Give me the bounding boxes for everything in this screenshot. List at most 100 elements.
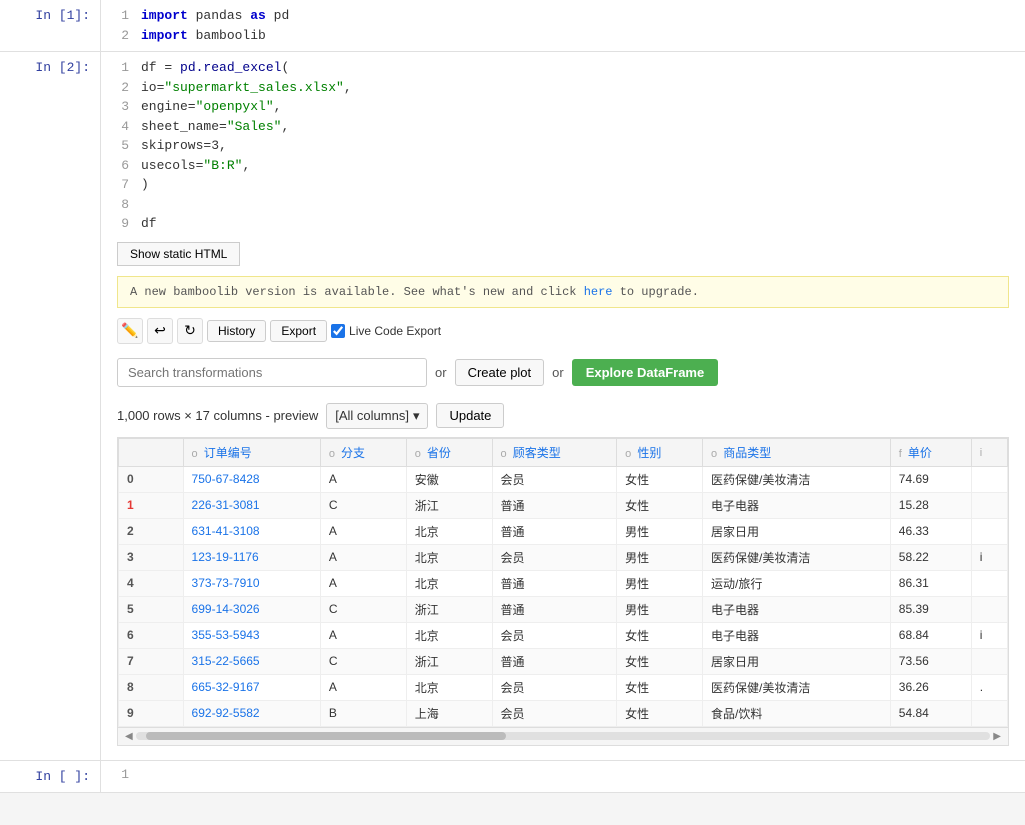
scroll-thumb[interactable] (146, 732, 506, 740)
table-row: 3123-19-1176A北京会员男性医药保健/美妆清洁58.22i (119, 544, 1008, 570)
table-cell: 226-31-3081 (183, 492, 320, 518)
search-actions-row: or Create plot or Explore DataFrame (117, 358, 1009, 387)
cell-2-prompt: In [2]: (0, 52, 100, 760)
cell-1: In [1]: 1 import pandas as pd 2 import b… (0, 0, 1025, 52)
create-plot-button[interactable]: Create plot (455, 359, 545, 386)
table-cell: 普通 (492, 648, 617, 674)
table-cell: 浙江 (406, 492, 492, 518)
data-table: o 订单编号 o 分支 o 省份 o 顾客类型 o 性别 o 商品类型 f 单价… (118, 438, 1008, 727)
cell-1-code: 1 import pandas as pd 2 import bamboolib (109, 6, 1017, 45)
horizontal-scrollbar[interactable]: ◀ ▶ (118, 727, 1008, 745)
redo-button[interactable]: ↻ (177, 318, 203, 344)
preview-info-text: 1,000 rows × 17 columns - preview (117, 408, 318, 423)
table-cell: A (320, 570, 406, 596)
col-header-price: f 单价 (890, 438, 971, 466)
table-cell: 女性 (617, 492, 703, 518)
table-cell: 女性 (617, 622, 703, 648)
cell-2-code: 1 df = pd.read_excel( 2 io="supermarkt_s… (109, 58, 1017, 234)
scroll-left-arrow[interactable]: ◀ (122, 731, 136, 742)
table-cell: 315-22-5665 (183, 648, 320, 674)
table-cell: 普通 (492, 492, 617, 518)
cell-3-content[interactable]: 1 (100, 761, 1025, 792)
table-cell: 85.39 (890, 596, 971, 622)
table-cell: 68.84 (890, 622, 971, 648)
table-cell: 女性 (617, 674, 703, 700)
table-cell: C (320, 648, 406, 674)
cell-2-content[interactable]: 1 df = pd.read_excel( 2 io="supermarkt_s… (100, 52, 1025, 760)
live-code-text: Live Code Export (349, 324, 441, 338)
table-cell (971, 596, 1007, 622)
table-cell: i (971, 622, 1007, 648)
export-button[interactable]: Export (270, 320, 327, 342)
upgrade-banner: A new bamboolib version is available. Se… (117, 276, 1009, 308)
table-cell: 普通 (492, 570, 617, 596)
table-cell: 电子电器 (703, 492, 891, 518)
cell-3-code: 1 (109, 765, 1017, 785)
code-line: 2 import bamboolib (109, 26, 1017, 46)
code-line: 1 import pandas as pd (109, 6, 1017, 26)
table-cell: 女性 (617, 700, 703, 726)
live-code-label: Live Code Export (331, 324, 441, 338)
upgrade-link[interactable]: here (584, 285, 613, 299)
table-cell: 普通 (492, 596, 617, 622)
col-header-province: o 省份 (406, 438, 492, 466)
column-select-label: [All columns] (335, 408, 409, 423)
data-table-wrapper[interactable]: o 订单编号 o 分支 o 省份 o 顾客类型 o 性别 o 商品类型 f 单价… (117, 437, 1009, 746)
col-header-customer-type: o 顾客类型 (492, 438, 617, 466)
history-button[interactable]: History (207, 320, 266, 342)
undo-button[interactable]: ↩ (147, 318, 173, 344)
code-line: 1 df = pd.read_excel( (109, 58, 1017, 78)
table-cell: 安徽 (406, 466, 492, 492)
cell-3-prompt: In [ ]: (0, 761, 100, 792)
table-cell: 运动/旅行 (703, 570, 891, 596)
table-body: 0750-67-8428A安徽会员女性医药保健/美妆清洁74.691226-31… (119, 466, 1008, 726)
table-cell: 男性 (617, 544, 703, 570)
update-button[interactable]: Update (436, 403, 504, 428)
table-cell: 医药保健/美妆清洁 (703, 544, 891, 570)
table-cell (971, 700, 1007, 726)
table-cell: 631-41-3108 (183, 518, 320, 544)
edit-icon-button[interactable]: ✏️ (117, 318, 143, 344)
table-cell: 普通 (492, 518, 617, 544)
table-cell: 医药保健/美妆清洁 (703, 674, 891, 700)
table-header-row: o 订单编号 o 分支 o 省份 o 顾客类型 o 性别 o 商品类型 f 单价… (119, 438, 1008, 466)
show-static-html-button[interactable]: Show static HTML (117, 242, 240, 266)
table-cell: 北京 (406, 674, 492, 700)
scroll-track[interactable] (136, 732, 991, 740)
bamboolib-toolbar: ✏️ ↩ ↻ History Export Live Code Export (117, 318, 1009, 344)
scroll-right-arrow[interactable]: ▶ (990, 731, 1004, 742)
table-cell (971, 466, 1007, 492)
code-line: 9 df (109, 214, 1017, 234)
cell-3: In [ ]: 1 (0, 761, 1025, 793)
table-cell: 750-67-8428 (183, 466, 320, 492)
table-cell: 123-19-1176 (183, 544, 320, 570)
table-cell: 355-53-5943 (183, 622, 320, 648)
code-line: 7 ) (109, 175, 1017, 195)
table-cell (971, 570, 1007, 596)
table-cell: 15.28 (890, 492, 971, 518)
table-row: 7315-22-5665C浙江普通女性居家日用73.56 (119, 648, 1008, 674)
live-code-checkbox[interactable] (331, 324, 345, 338)
code-line: 2 io="supermarkt_sales.xlsx", (109, 78, 1017, 98)
chevron-down-icon: ▾ (413, 408, 420, 424)
table-cell: 浙江 (406, 596, 492, 622)
index-col-header (119, 438, 184, 466)
col-header-branch: o 分支 (320, 438, 406, 466)
table-row: 4373-73-7910A北京普通男性运动/旅行86.31 (119, 570, 1008, 596)
table-cell: 73.56 (890, 648, 971, 674)
col-header-extra: i (971, 438, 1007, 466)
column-select-dropdown[interactable]: [All columns] ▾ (326, 403, 428, 429)
cell-1-content[interactable]: 1 import pandas as pd 2 import bamboolib (100, 0, 1025, 51)
table-cell: 电子电器 (703, 622, 891, 648)
table-cell: . (971, 674, 1007, 700)
search-transformations-input[interactable] (117, 358, 427, 387)
table-cell: 会员 (492, 466, 617, 492)
code-line: 3 engine="openpyxl", (109, 97, 1017, 117)
table-cell: 699-14-3026 (183, 596, 320, 622)
table-cell (971, 518, 1007, 544)
explore-dataframe-button[interactable]: Explore DataFrame (572, 359, 719, 386)
upgrade-text: A new bamboolib version is available. Se… (130, 285, 584, 299)
or-text-1: or (435, 365, 447, 380)
cell-1-prompt: In [1]: (0, 0, 100, 51)
table-cell: 女性 (617, 466, 703, 492)
